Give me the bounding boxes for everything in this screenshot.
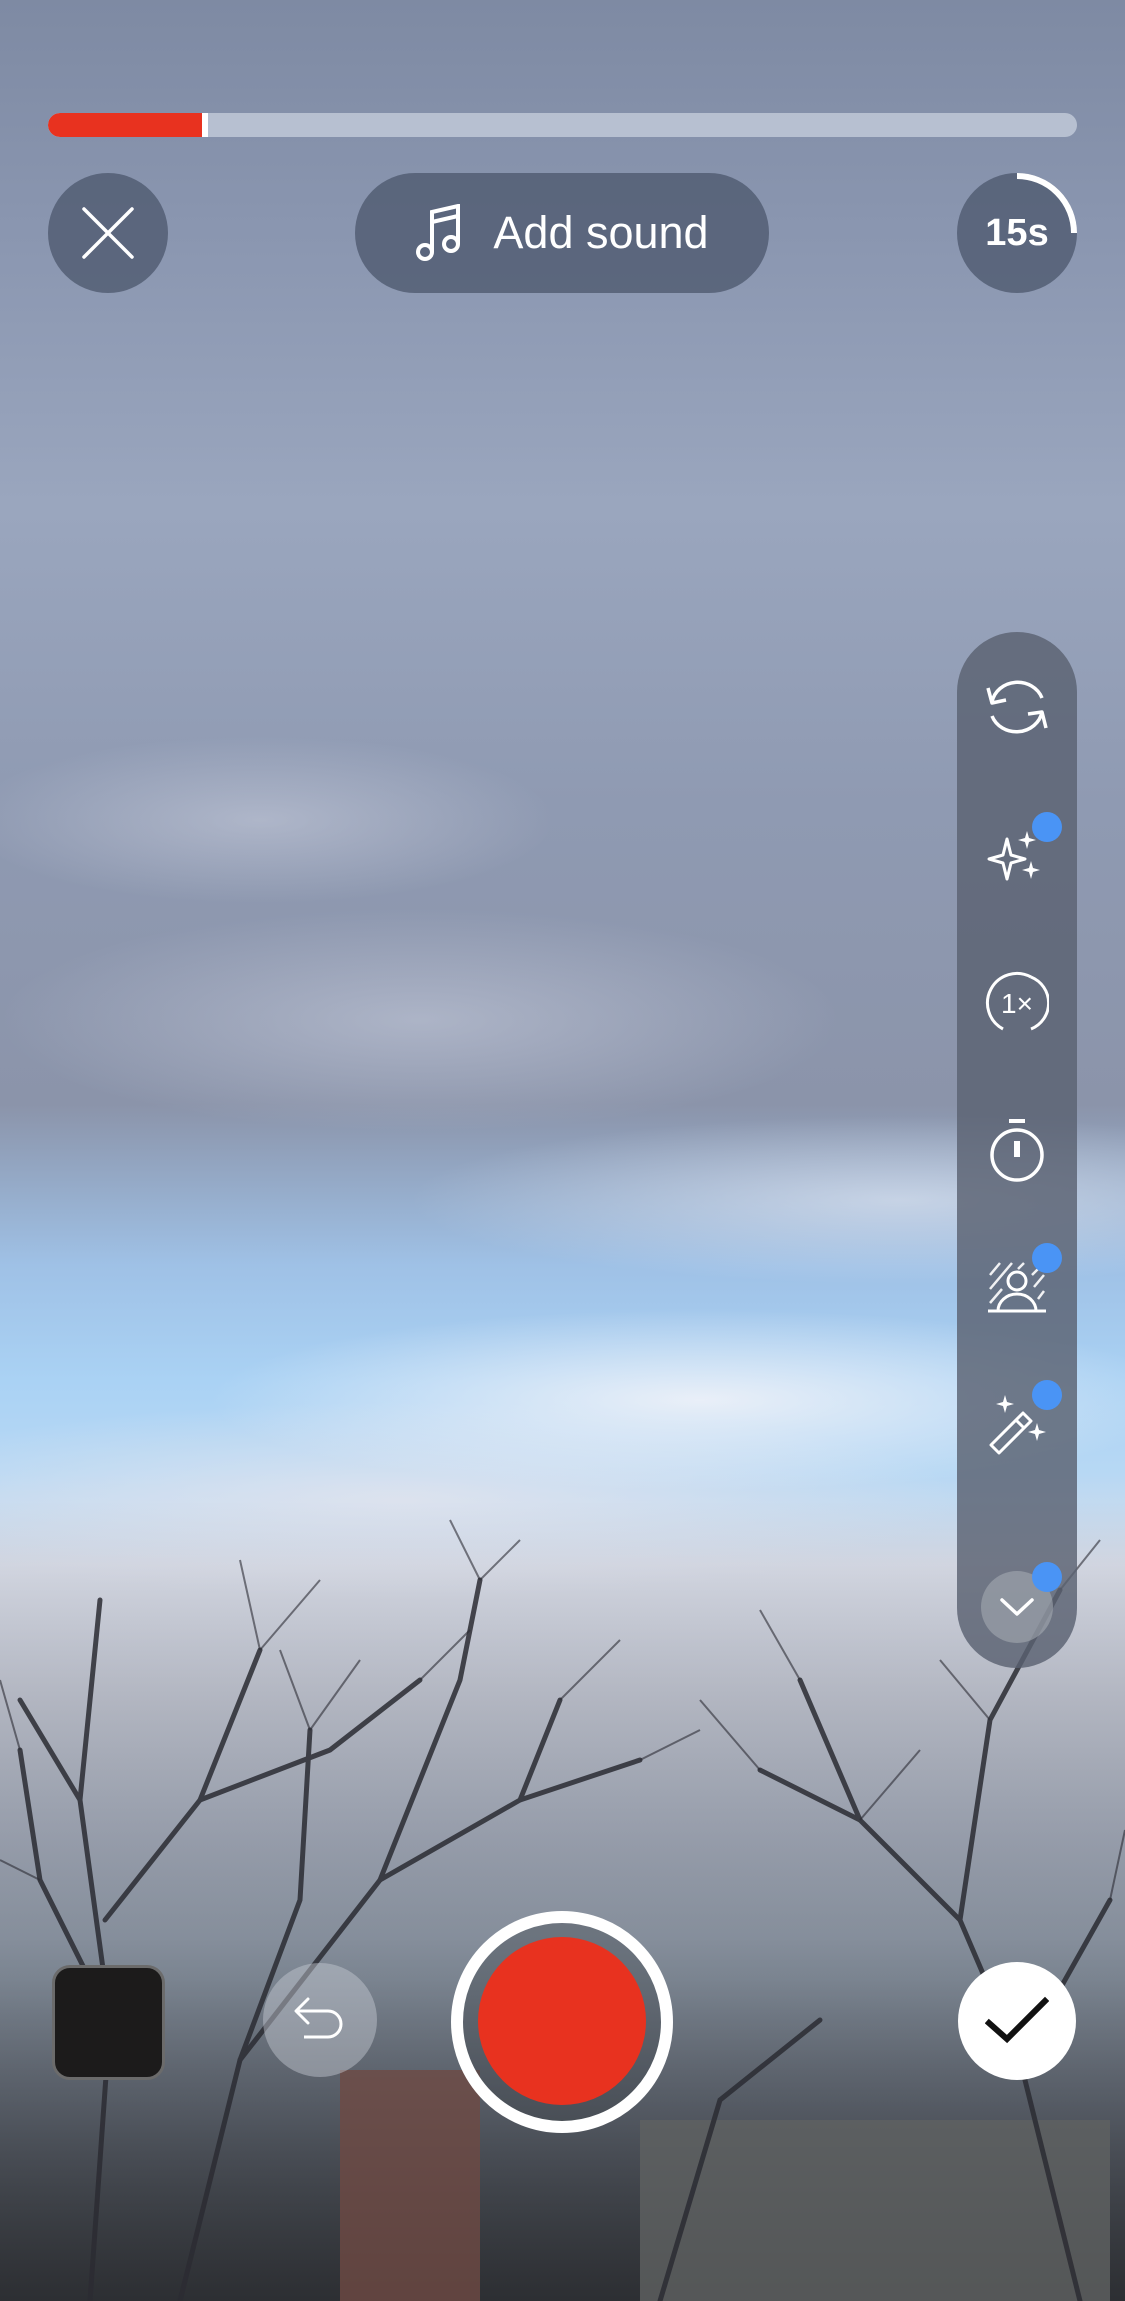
- add-sound-button[interactable]: Add sound: [355, 173, 769, 293]
- undo-segment-button[interactable]: [263, 1963, 377, 2077]
- recording-progress-fill: [48, 113, 203, 137]
- gallery-thumbnail-button[interactable]: [52, 1965, 165, 2080]
- music-note-icon: [416, 204, 461, 261]
- recording-progress-bar: [48, 113, 1077, 137]
- sidebar-item-flip-camera[interactable]: [957, 657, 1077, 757]
- segment-marker: [202, 113, 209, 137]
- sidebar-item-timer[interactable]: [957, 1100, 1077, 1200]
- speed-label: 1×: [1001, 988, 1033, 1019]
- undo-icon: [294, 1997, 343, 2039]
- timer-icon: [990, 1119, 1044, 1182]
- checkmark-icon: [985, 1996, 1049, 2044]
- confirm-button[interactable]: [958, 1962, 1076, 2080]
- close-icon: [82, 207, 134, 259]
- record-button[interactable]: [478, 1937, 646, 2105]
- beauty-badge-dot: [1032, 812, 1062, 842]
- add-sound-label: Add sound: [493, 207, 709, 258]
- close-button[interactable]: [48, 173, 168, 293]
- sidebar-item-speed[interactable]: 1×: [957, 953, 1077, 1053]
- effects-badge-dot: [1032, 1380, 1062, 1410]
- speed-1x-icon: 1×: [985, 972, 1049, 1031]
- camera-tools-sidebar: 1×: [957, 632, 1077, 1668]
- duration-toggle-button[interactable]: 15s: [957, 173, 1077, 293]
- duration-label: 15s: [985, 211, 1049, 254]
- green-screen-badge-dot: [1032, 1243, 1062, 1273]
- chevron-down-icon: [1000, 1598, 1034, 1616]
- flip-camera-icon: [986, 680, 1048, 734]
- more-badge-dot: [1032, 1562, 1062, 1592]
